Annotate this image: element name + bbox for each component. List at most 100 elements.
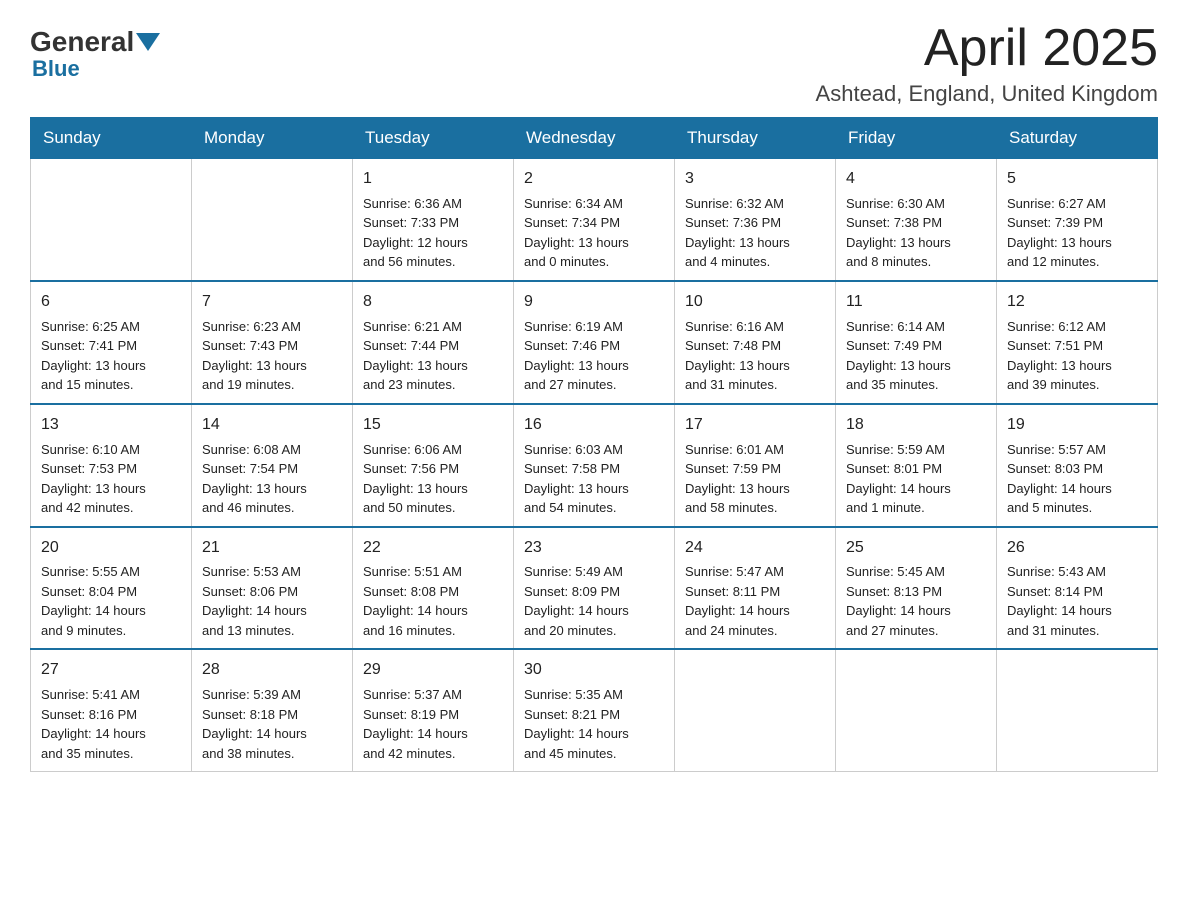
- calendar-cell: 26Sunrise: 5:43 AMSunset: 8:14 PMDayligh…: [997, 527, 1158, 650]
- day-info: Sunrise: 6:23 AMSunset: 7:43 PMDaylight:…: [202, 317, 342, 395]
- calendar-week-row: 6Sunrise: 6:25 AMSunset: 7:41 PMDaylight…: [31, 281, 1158, 404]
- calendar-cell: 20Sunrise: 5:55 AMSunset: 8:04 PMDayligh…: [31, 527, 192, 650]
- calendar-cell: 8Sunrise: 6:21 AMSunset: 7:44 PMDaylight…: [353, 281, 514, 404]
- day-number: 26: [1007, 536, 1147, 561]
- calendar-cell: 16Sunrise: 6:03 AMSunset: 7:58 PMDayligh…: [514, 404, 675, 527]
- logo-triangle-icon: [136, 33, 160, 51]
- day-info: Sunrise: 6:25 AMSunset: 7:41 PMDaylight:…: [41, 317, 181, 395]
- calendar-cell: 22Sunrise: 5:51 AMSunset: 8:08 PMDayligh…: [353, 527, 514, 650]
- calendar-week-row: 27Sunrise: 5:41 AMSunset: 8:16 PMDayligh…: [31, 649, 1158, 771]
- calendar-cell: 9Sunrise: 6:19 AMSunset: 7:46 PMDaylight…: [514, 281, 675, 404]
- calendar-header-row: SundayMondayTuesdayWednesdayThursdayFrid…: [31, 118, 1158, 159]
- calendar-table: SundayMondayTuesdayWednesdayThursdayFrid…: [30, 117, 1158, 772]
- day-number: 8: [363, 290, 503, 315]
- day-info: Sunrise: 6:10 AMSunset: 7:53 PMDaylight:…: [41, 440, 181, 518]
- calendar-cell: 10Sunrise: 6:16 AMSunset: 7:48 PMDayligh…: [675, 281, 836, 404]
- weekday-header-friday: Friday: [836, 118, 997, 159]
- day-info: Sunrise: 6:16 AMSunset: 7:48 PMDaylight:…: [685, 317, 825, 395]
- day-number: 16: [524, 413, 664, 438]
- day-info: Sunrise: 6:34 AMSunset: 7:34 PMDaylight:…: [524, 194, 664, 272]
- day-number: 3: [685, 167, 825, 192]
- header: General Blue April 2025 Ashtead, England…: [30, 20, 1158, 107]
- weekday-header-sunday: Sunday: [31, 118, 192, 159]
- calendar-cell: 2Sunrise: 6:34 AMSunset: 7:34 PMDaylight…: [514, 159, 675, 281]
- calendar-cell: 1Sunrise: 6:36 AMSunset: 7:33 PMDaylight…: [353, 159, 514, 281]
- day-number: 19: [1007, 413, 1147, 438]
- day-info: Sunrise: 6:12 AMSunset: 7:51 PMDaylight:…: [1007, 317, 1147, 395]
- day-info: Sunrise: 5:35 AMSunset: 8:21 PMDaylight:…: [524, 685, 664, 763]
- day-info: Sunrise: 6:21 AMSunset: 7:44 PMDaylight:…: [363, 317, 503, 395]
- day-info: Sunrise: 5:59 AMSunset: 8:01 PMDaylight:…: [846, 440, 986, 518]
- day-number: 20: [41, 536, 181, 561]
- day-number: 28: [202, 658, 342, 683]
- day-number: 17: [685, 413, 825, 438]
- day-info: Sunrise: 5:57 AMSunset: 8:03 PMDaylight:…: [1007, 440, 1147, 518]
- day-number: 6: [41, 290, 181, 315]
- day-number: 10: [685, 290, 825, 315]
- logo-text: General: [30, 28, 162, 56]
- day-number: 25: [846, 536, 986, 561]
- day-info: Sunrise: 6:03 AMSunset: 7:58 PMDaylight:…: [524, 440, 664, 518]
- day-info: Sunrise: 6:14 AMSunset: 7:49 PMDaylight:…: [846, 317, 986, 395]
- calendar-cell: 14Sunrise: 6:08 AMSunset: 7:54 PMDayligh…: [192, 404, 353, 527]
- calendar-cell: 21Sunrise: 5:53 AMSunset: 8:06 PMDayligh…: [192, 527, 353, 650]
- logo: General Blue: [30, 28, 162, 82]
- day-number: 30: [524, 658, 664, 683]
- logo-blue-text: Blue: [32, 56, 80, 82]
- day-number: 21: [202, 536, 342, 561]
- calendar-cell: 3Sunrise: 6:32 AMSunset: 7:36 PMDaylight…: [675, 159, 836, 281]
- page-title: April 2025: [816, 20, 1158, 77]
- day-number: 7: [202, 290, 342, 315]
- day-info: Sunrise: 6:36 AMSunset: 7:33 PMDaylight:…: [363, 194, 503, 272]
- calendar-cell: 12Sunrise: 6:12 AMSunset: 7:51 PMDayligh…: [997, 281, 1158, 404]
- calendar-week-row: 1Sunrise: 6:36 AMSunset: 7:33 PMDaylight…: [31, 159, 1158, 281]
- day-info: Sunrise: 5:49 AMSunset: 8:09 PMDaylight:…: [524, 562, 664, 640]
- title-block: April 2025 Ashtead, England, United King…: [816, 20, 1158, 107]
- day-number: 18: [846, 413, 986, 438]
- calendar-cell: 7Sunrise: 6:23 AMSunset: 7:43 PMDaylight…: [192, 281, 353, 404]
- day-info: Sunrise: 5:43 AMSunset: 8:14 PMDaylight:…: [1007, 562, 1147, 640]
- calendar-cell: 30Sunrise: 5:35 AMSunset: 8:21 PMDayligh…: [514, 649, 675, 771]
- day-info: Sunrise: 6:01 AMSunset: 7:59 PMDaylight:…: [685, 440, 825, 518]
- calendar-cell: [997, 649, 1158, 771]
- calendar-cell: 29Sunrise: 5:37 AMSunset: 8:19 PMDayligh…: [353, 649, 514, 771]
- day-info: Sunrise: 5:55 AMSunset: 8:04 PMDaylight:…: [41, 562, 181, 640]
- day-number: 11: [846, 290, 986, 315]
- day-number: 24: [685, 536, 825, 561]
- day-number: 29: [363, 658, 503, 683]
- weekday-header-monday: Monday: [192, 118, 353, 159]
- calendar-cell: 27Sunrise: 5:41 AMSunset: 8:16 PMDayligh…: [31, 649, 192, 771]
- calendar-cell: 19Sunrise: 5:57 AMSunset: 8:03 PMDayligh…: [997, 404, 1158, 527]
- calendar-cell: [192, 159, 353, 281]
- day-number: 9: [524, 290, 664, 315]
- calendar-cell: 13Sunrise: 6:10 AMSunset: 7:53 PMDayligh…: [31, 404, 192, 527]
- logo-general: General: [30, 28, 134, 56]
- day-number: 1: [363, 167, 503, 192]
- calendar-cell: [31, 159, 192, 281]
- day-number: 4: [846, 167, 986, 192]
- calendar-cell: 25Sunrise: 5:45 AMSunset: 8:13 PMDayligh…: [836, 527, 997, 650]
- calendar-week-row: 13Sunrise: 6:10 AMSunset: 7:53 PMDayligh…: [31, 404, 1158, 527]
- day-number: 5: [1007, 167, 1147, 192]
- day-number: 27: [41, 658, 181, 683]
- day-info: Sunrise: 6:27 AMSunset: 7:39 PMDaylight:…: [1007, 194, 1147, 272]
- calendar-cell: 4Sunrise: 6:30 AMSunset: 7:38 PMDaylight…: [836, 159, 997, 281]
- weekday-header-tuesday: Tuesday: [353, 118, 514, 159]
- calendar-cell: 6Sunrise: 6:25 AMSunset: 7:41 PMDaylight…: [31, 281, 192, 404]
- day-info: Sunrise: 5:53 AMSunset: 8:06 PMDaylight:…: [202, 562, 342, 640]
- day-info: Sunrise: 5:47 AMSunset: 8:11 PMDaylight:…: [685, 562, 825, 640]
- weekday-header-wednesday: Wednesday: [514, 118, 675, 159]
- day-number: 15: [363, 413, 503, 438]
- calendar-cell: 17Sunrise: 6:01 AMSunset: 7:59 PMDayligh…: [675, 404, 836, 527]
- day-info: Sunrise: 5:37 AMSunset: 8:19 PMDaylight:…: [363, 685, 503, 763]
- day-number: 13: [41, 413, 181, 438]
- weekday-header-thursday: Thursday: [675, 118, 836, 159]
- calendar-week-row: 20Sunrise: 5:55 AMSunset: 8:04 PMDayligh…: [31, 527, 1158, 650]
- day-info: Sunrise: 6:06 AMSunset: 7:56 PMDaylight:…: [363, 440, 503, 518]
- day-number: 12: [1007, 290, 1147, 315]
- calendar-cell: 15Sunrise: 6:06 AMSunset: 7:56 PMDayligh…: [353, 404, 514, 527]
- day-info: Sunrise: 5:51 AMSunset: 8:08 PMDaylight:…: [363, 562, 503, 640]
- day-info: Sunrise: 5:41 AMSunset: 8:16 PMDaylight:…: [41, 685, 181, 763]
- calendar-cell: 24Sunrise: 5:47 AMSunset: 8:11 PMDayligh…: [675, 527, 836, 650]
- day-info: Sunrise: 6:19 AMSunset: 7:46 PMDaylight:…: [524, 317, 664, 395]
